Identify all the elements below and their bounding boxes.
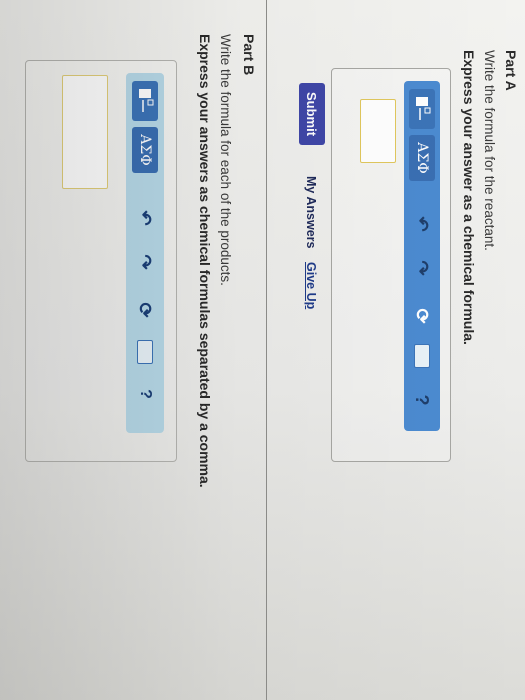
template-button[interactable] [409, 89, 435, 129]
part-b-title: Part B [241, 34, 257, 76]
template-button[interactable] [132, 81, 158, 121]
help-icon[interactable]: ? [132, 379, 158, 409]
part-b-answer-input[interactable] [62, 75, 108, 189]
greek-symbols-button[interactable]: ΑΣΦ [409, 135, 435, 181]
part-b-instruction-bold: Express your answers as chemical formula… [197, 34, 213, 488]
keyboard-button[interactable] [409, 341, 435, 371]
keyboard-icon [414, 344, 430, 368]
section-divider [266, 0, 267, 700]
give-up-link[interactable]: Give Up [304, 262, 318, 309]
undo-icon[interactable]: ↶ [132, 203, 158, 233]
submit-button[interactable]: Submit [299, 83, 325, 145]
part-a-instruction-bold: Express your answer as a chemical formul… [461, 50, 477, 345]
template-icon [139, 89, 154, 112]
my-answers-link[interactable]: My Answers [304, 176, 318, 248]
redo-icon[interactable]: ↷ [409, 253, 435, 283]
part-b-answer-panel: ΑΣΦ ↶ ↷ ⟳ ? [25, 60, 177, 462]
part-a-answer-panel: ΑΣΦ ↶ ↷ ⟳ ? [331, 68, 451, 462]
part-a-math-toolbar: ΑΣΦ ↶ ↷ ⟳ ? [404, 81, 440, 431]
photographed-screen: Part A Write the formula for the reactan… [0, 0, 525, 700]
keyboard-button[interactable] [132, 337, 158, 367]
reset-icon[interactable]: ⟳ [132, 295, 158, 325]
greek-symbols-button[interactable]: ΑΣΦ [132, 127, 158, 173]
part-a-title: Part A [503, 50, 519, 91]
part-a-answer-input[interactable] [360, 99, 396, 163]
help-icon[interactable]: ? [409, 385, 435, 415]
reset-icon[interactable]: ⟳ [409, 301, 435, 331]
keyboard-icon [137, 340, 153, 364]
redo-icon[interactable]: ↷ [132, 247, 158, 277]
part-b-math-toolbar: ΑΣΦ ↶ ↷ ⟳ ? [126, 73, 164, 433]
template-icon [416, 97, 431, 120]
undo-icon[interactable]: ↶ [409, 209, 435, 239]
part-b-instruction: Write the formula for each of the produc… [218, 34, 233, 286]
part-a-instruction: Write the formula for the reactant. [482, 50, 497, 251]
